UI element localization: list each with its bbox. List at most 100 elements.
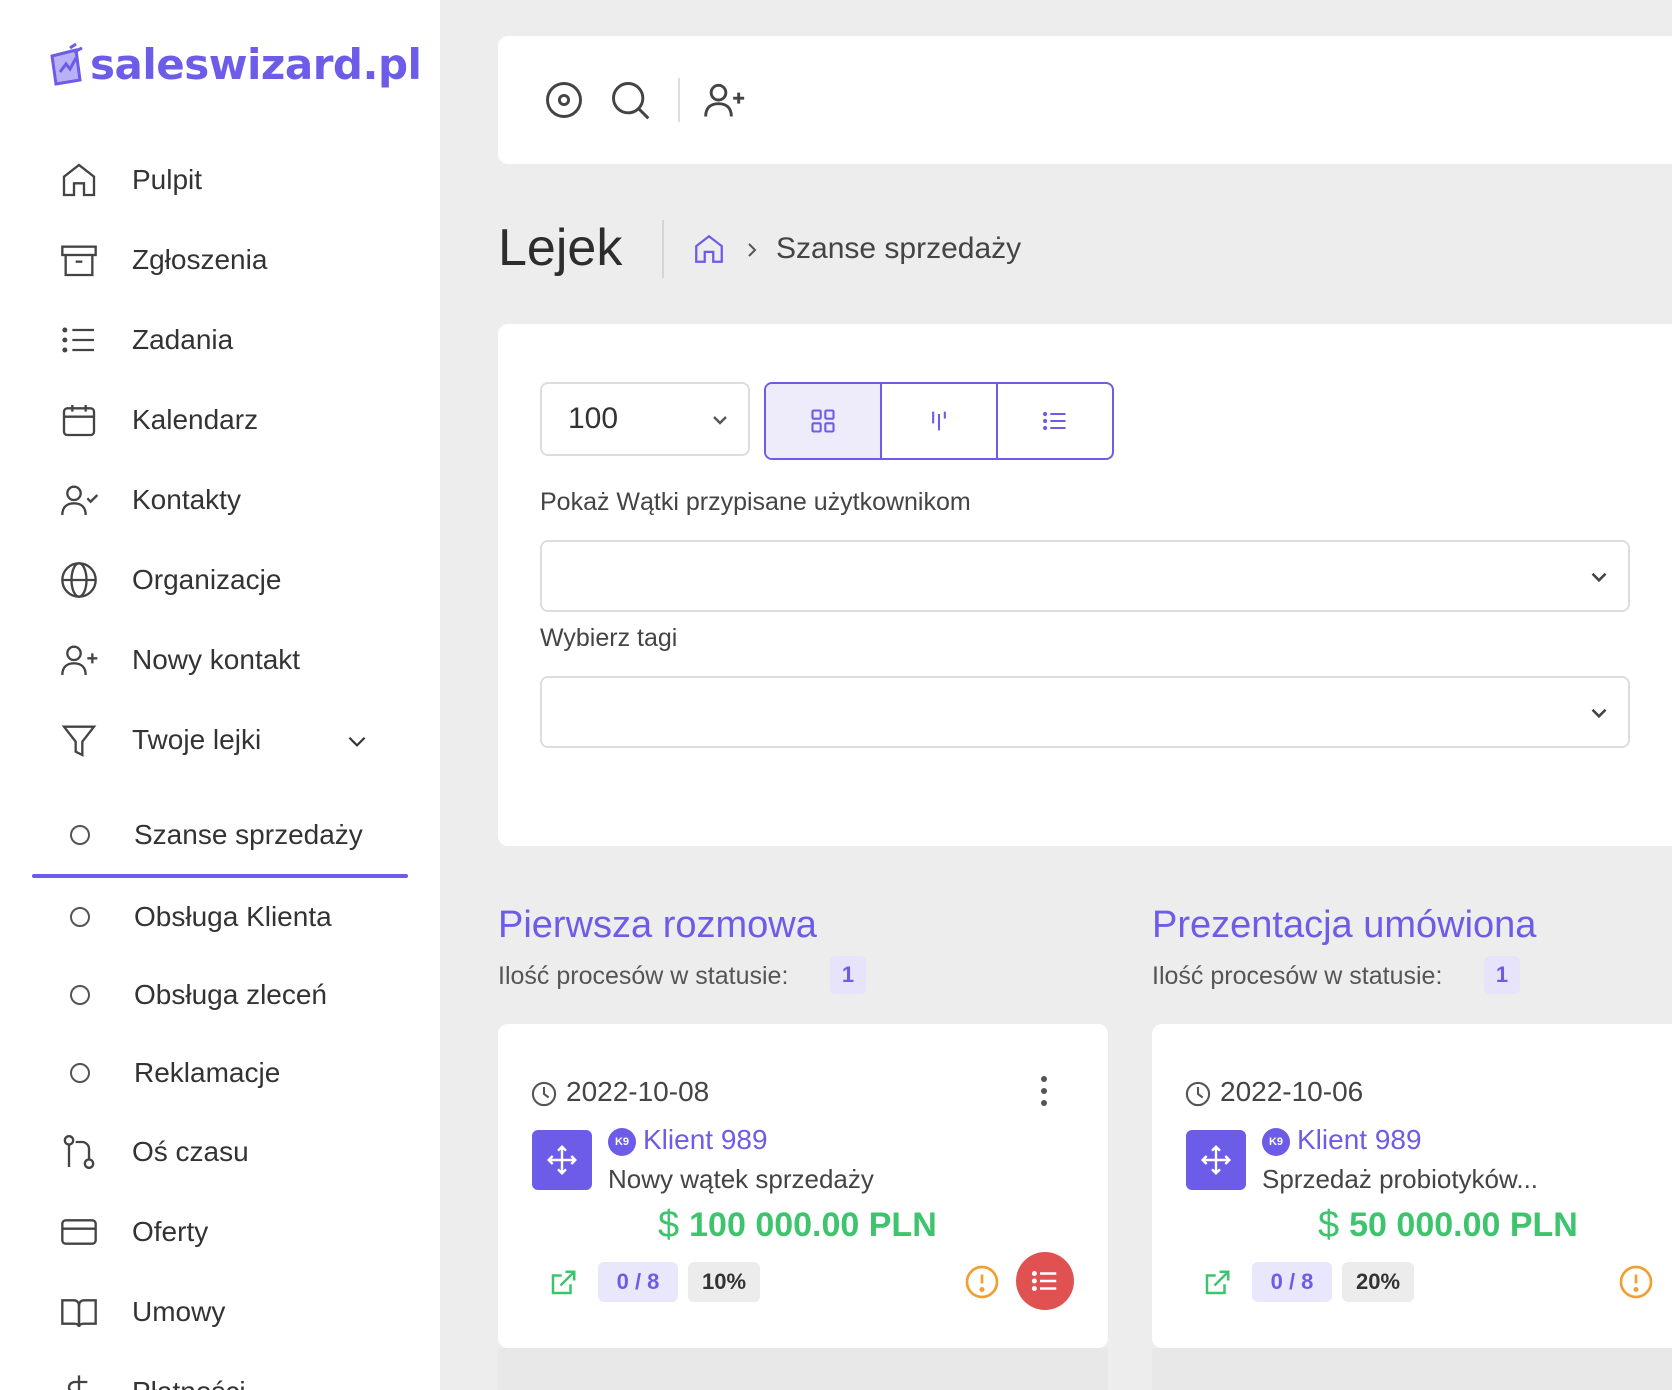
sidebar-item-organizacje[interactable]: Organizacje bbox=[0, 540, 440, 620]
chevron-down-icon bbox=[1591, 572, 1607, 583]
sidebar-subitem-szanse-sprzedazy[interactable]: Szanse sprzedaży bbox=[0, 792, 440, 878]
sidebar-subitem-obsluga-klienta[interactable]: Obsługa Klienta bbox=[0, 878, 440, 956]
filter-panel: 100 Pokaż Wątki przypisane użytkownikom … bbox=[498, 324, 1672, 846]
sidebar-item-label: Pulpit bbox=[132, 164, 203, 195]
list-view-button[interactable] bbox=[998, 384, 1112, 458]
users-filter-select[interactable] bbox=[540, 540, 1630, 612]
kanban-view-button[interactable] bbox=[882, 384, 998, 458]
sidebar-subitem-obsluga-zlecen[interactable]: Obsługa zleceń bbox=[0, 956, 440, 1034]
sidebar-item-label: Zgłoszenia bbox=[132, 244, 268, 275]
card-description: Sprzedaż probiotyków... bbox=[1262, 1164, 1539, 1194]
steps-badge: 0 / 8 bbox=[1252, 1262, 1332, 1302]
sidebar-item-label: Szanse sprzedaży bbox=[134, 819, 363, 850]
sidebar-item-zadania[interactable]: Zadania bbox=[0, 300, 440, 380]
calendar-icon bbox=[58, 399, 100, 441]
card-description: Nowy wątek sprzedaży bbox=[608, 1164, 874, 1194]
sidebar-item-platnosci[interactable]: Płatności bbox=[0, 1352, 440, 1390]
title-divider bbox=[662, 220, 664, 278]
column-title: Pierwsza rozmowa bbox=[498, 904, 817, 946]
column-count-badge: 1 bbox=[830, 956, 866, 994]
amount-value: 50 000.00 PLN bbox=[1349, 1206, 1578, 1244]
client-link[interactable]: Klient 989 bbox=[1297, 1124, 1422, 1156]
breadcrumb-current: Szanse sprzedaży bbox=[776, 232, 1022, 265]
column-count-label: Ilość procesów w statusie: bbox=[498, 962, 789, 990]
circle-icon bbox=[70, 1063, 90, 1083]
card-date: 2022-10-08 bbox=[566, 1076, 710, 1107]
card-amount: $ 50 000.00 PLN bbox=[1318, 1204, 1578, 1247]
client-avatar: K9 bbox=[1262, 1128, 1290, 1156]
sidebar-item-pulpit[interactable]: Pulpit bbox=[0, 140, 440, 220]
toolbar-divider bbox=[678, 78, 680, 122]
alert-circle-icon[interactable] bbox=[1618, 1264, 1654, 1300]
grid-view-button[interactable] bbox=[766, 384, 882, 458]
column-count-badge: 1 bbox=[1484, 956, 1520, 994]
chevron-down-icon bbox=[713, 416, 727, 425]
circle-icon bbox=[70, 985, 90, 1005]
clock-icon bbox=[531, 1081, 557, 1107]
sidebar-item-label: Obsługa zleceń bbox=[134, 979, 328, 1010]
deal-card[interactable]: 2022-10-06 K9 Klient 989 Sprzedaż probio… bbox=[1152, 1024, 1672, 1348]
circle-icon bbox=[70, 907, 90, 927]
kanban-icon bbox=[932, 411, 946, 431]
tags-filter-label: Wybierz tagi bbox=[540, 624, 678, 652]
card-date: 2022-10-06 bbox=[1220, 1076, 1364, 1107]
sidebar-item-oferty[interactable]: Oferty bbox=[0, 1192, 440, 1272]
deal-card[interactable]: 2022-10-08 K9 Klient 989 Nowy wątek sprz… bbox=[498, 1024, 1108, 1348]
sidebar-nav: Pulpit Zgłoszenia Zadania Kalendarz Kont… bbox=[0, 140, 440, 1390]
list-icon bbox=[1031, 1271, 1057, 1291]
globe-icon bbox=[58, 559, 100, 601]
git-pull-icon bbox=[58, 1131, 100, 1173]
sidebar-item-label: Zadania bbox=[132, 324, 234, 355]
clock-icon bbox=[1185, 1081, 1211, 1107]
sidebar-item-kontakty[interactable]: Kontakty bbox=[0, 460, 440, 540]
sidebar-item-label: Organizacje bbox=[132, 564, 282, 595]
search-icon[interactable] bbox=[608, 78, 652, 122]
card-amount: $ 100 000.00 PLN bbox=[658, 1204, 937, 1247]
brand-logo[interactable]: saleswizard.pl bbox=[46, 40, 422, 89]
sidebar-item-twoje-lejki[interactable]: Twoje lejki bbox=[0, 700, 440, 780]
dollar-icon: $ bbox=[658, 1204, 680, 1246]
sidebar-item-umowy[interactable]: Umowy bbox=[0, 1272, 440, 1352]
sidebar-item-label: Reklamacje bbox=[134, 1057, 281, 1088]
chevron-down-icon[interactable] bbox=[344, 728, 370, 754]
external-link-icon[interactable] bbox=[548, 1268, 578, 1298]
tags-filter-select[interactable] bbox=[540, 676, 1630, 748]
sidebar-item-zgloszenia[interactable]: Zgłoszenia bbox=[0, 220, 440, 300]
sidebar-subitem-reklamacje[interactable]: Reklamacje bbox=[0, 1034, 440, 1112]
steps-badge: 0 / 8 bbox=[598, 1262, 678, 1302]
sidebar-item-label: Oś czasu bbox=[132, 1136, 249, 1167]
card-stack-shadow bbox=[1152, 1348, 1672, 1390]
list-icon bbox=[58, 319, 100, 361]
sidebar-item-kalendarz[interactable]: Kalendarz bbox=[0, 380, 440, 460]
breadcrumb-home-icon[interactable] bbox=[692, 232, 726, 266]
column-title: Prezentacja umówiona bbox=[1152, 904, 1537, 946]
move-button[interactable] bbox=[532, 1130, 592, 1190]
page-size-value: 100 bbox=[568, 402, 619, 435]
sidebar-item-os-czasu[interactable]: Oś czasu bbox=[0, 1112, 440, 1192]
probability-badge: 10% bbox=[688, 1262, 760, 1302]
chevron-down-icon bbox=[1591, 708, 1607, 719]
amount-value: 100 000.00 PLN bbox=[689, 1206, 937, 1244]
tasks-button[interactable] bbox=[1016, 1252, 1074, 1310]
home-icon bbox=[58, 159, 100, 201]
sidebar-item-label: Umowy bbox=[132, 1296, 226, 1327]
probability-badge: 20% bbox=[1342, 1262, 1414, 1302]
sidebar-item-label: Oferty bbox=[132, 1216, 209, 1247]
sidebar-item-label: Kalendarz bbox=[132, 404, 259, 435]
user-check-icon bbox=[58, 479, 100, 521]
page-title: Lejek bbox=[498, 219, 623, 277]
alert-circle-icon[interactable] bbox=[964, 1264, 1000, 1300]
book-icon bbox=[58, 1291, 100, 1333]
brand-name: saleswizard.pl bbox=[90, 40, 422, 89]
client-avatar: K9 bbox=[608, 1128, 636, 1156]
external-link-icon[interactable] bbox=[1202, 1268, 1232, 1298]
sidebar-item-nowy-kontakt[interactable]: Nowy kontakt bbox=[0, 620, 440, 700]
user-plus-icon[interactable] bbox=[702, 78, 746, 122]
move-icon bbox=[546, 1144, 578, 1176]
sidebar-item-label: Płatności bbox=[132, 1376, 246, 1390]
client-link[interactable]: Klient 989 bbox=[643, 1124, 768, 1156]
more-vertical-icon[interactable] bbox=[1038, 1074, 1050, 1108]
target-icon[interactable] bbox=[542, 78, 586, 122]
page-size-select[interactable]: 100 bbox=[540, 382, 750, 456]
move-button[interactable] bbox=[1186, 1130, 1246, 1190]
